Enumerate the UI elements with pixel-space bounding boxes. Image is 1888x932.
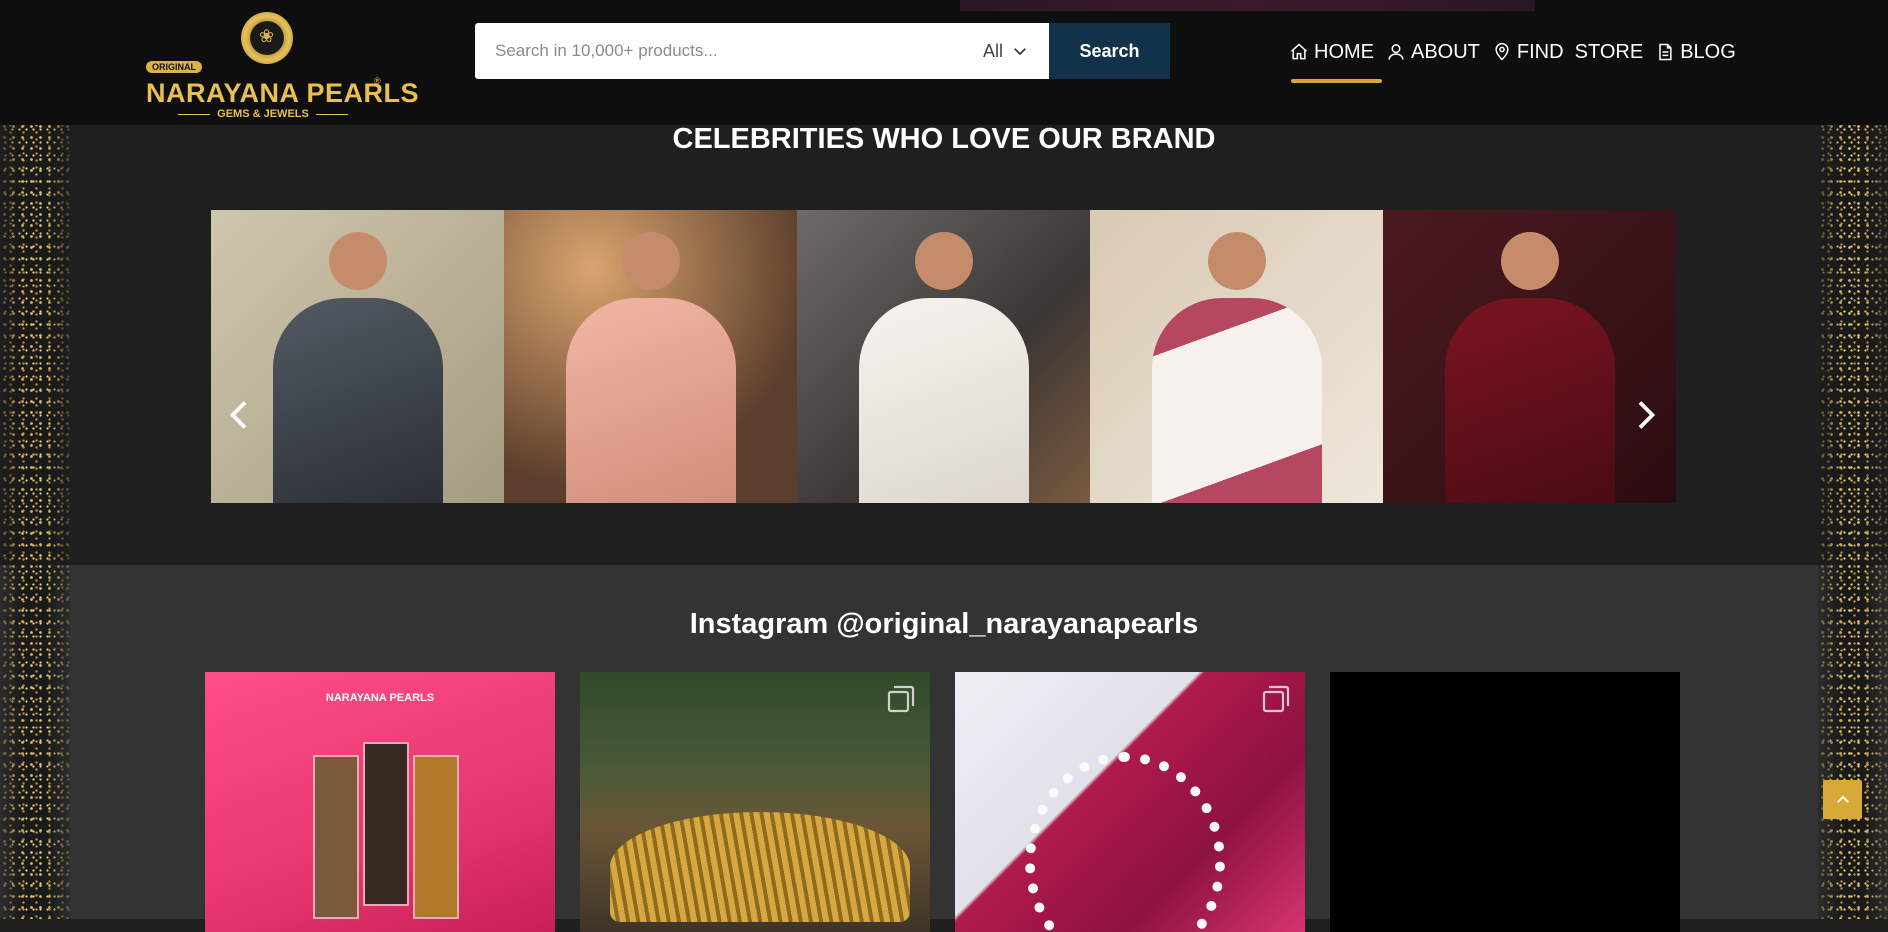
nav-find-store[interactable]: FIND STORE (1492, 37, 1643, 67)
multi-image-icon (886, 684, 916, 714)
category-select[interactable]: All (983, 23, 1029, 79)
celebrity-slide[interactable] (797, 210, 1090, 503)
logo-tagline: GEMS & JEWELS (178, 108, 348, 120)
home-icon (1291, 43, 1307, 60)
search-input[interactable] (475, 23, 975, 79)
logo-emblem-icon: ❀ (241, 12, 293, 64)
chevron-down-icon (1014, 48, 1026, 56)
chevron-up-icon (1836, 795, 1849, 803)
nav-home-label: HOME (1314, 40, 1374, 63)
instagram-section: Instagram @original_narayanapearls NARAY… (0, 565, 1888, 932)
category-select-value: All (983, 40, 1004, 61)
celebrity-slide[interactable] (211, 210, 504, 503)
user-icon (1388, 44, 1404, 60)
document-icon (1659, 43, 1672, 61)
instagram-post[interactable]: NARAYANA PEARLS (205, 672, 555, 932)
celebrity-carousel (211, 210, 1676, 503)
nav-about[interactable]: ABOUT (1386, 37, 1480, 67)
nav-find-store-label: FIND STORE (1516, 40, 1644, 63)
brand-logo[interactable]: ❀ ORIGINAL NARAYANA PEARLS ® GEMS & JEWE… (146, 12, 419, 120)
logo-original-tag: ORIGINAL (146, 61, 202, 73)
instagram-post[interactable] (955, 672, 1305, 932)
instagram-title: Instagram @original_narayanapearls (689, 608, 1199, 640)
nav-home[interactable]: HOME (1289, 37, 1382, 83)
glitter-border-left (0, 0, 70, 919)
instagram-post[interactable] (1330, 672, 1680, 932)
map-pin-icon (1495, 42, 1509, 61)
carousel-prev-button[interactable] (225, 395, 255, 435)
celebrity-slide[interactable] (504, 210, 797, 503)
banner-strip (960, 0, 1535, 11)
main-nav: HOME ABOUT FIND STORE BLOG (1289, 37, 1736, 83)
site-header: ❀ ORIGINAL NARAYANA PEARLS ® GEMS & JEWE… (0, 0, 1888, 125)
celebrity-slide[interactable] (1090, 210, 1383, 503)
search-button[interactable]: Search (1049, 23, 1170, 79)
post-brand-text: NARAYANA PEARLS (325, 692, 435, 704)
celebrities-title: CELEBRITIES WHO LOVE OUR BRAND (672, 123, 1216, 155)
celebrities-section: CELEBRITIES WHO LOVE OUR BRAND (0, 123, 1888, 565)
celebrity-slide[interactable] (1383, 210, 1676, 503)
chevron-left-icon (229, 401, 247, 429)
nav-about-label: ABOUT (1411, 40, 1480, 63)
nav-blog-label: BLOG (1680, 40, 1736, 63)
nav-blog[interactable]: BLOG (1655, 37, 1736, 67)
multi-image-icon (1261, 684, 1291, 714)
scroll-to-top-button[interactable] (1823, 780, 1862, 819)
carousel-next-button[interactable] (1630, 395, 1660, 435)
logo-registered-mark: ® (374, 76, 381, 86)
instagram-post[interactable] (580, 672, 930, 932)
chevron-right-icon (1638, 401, 1656, 429)
